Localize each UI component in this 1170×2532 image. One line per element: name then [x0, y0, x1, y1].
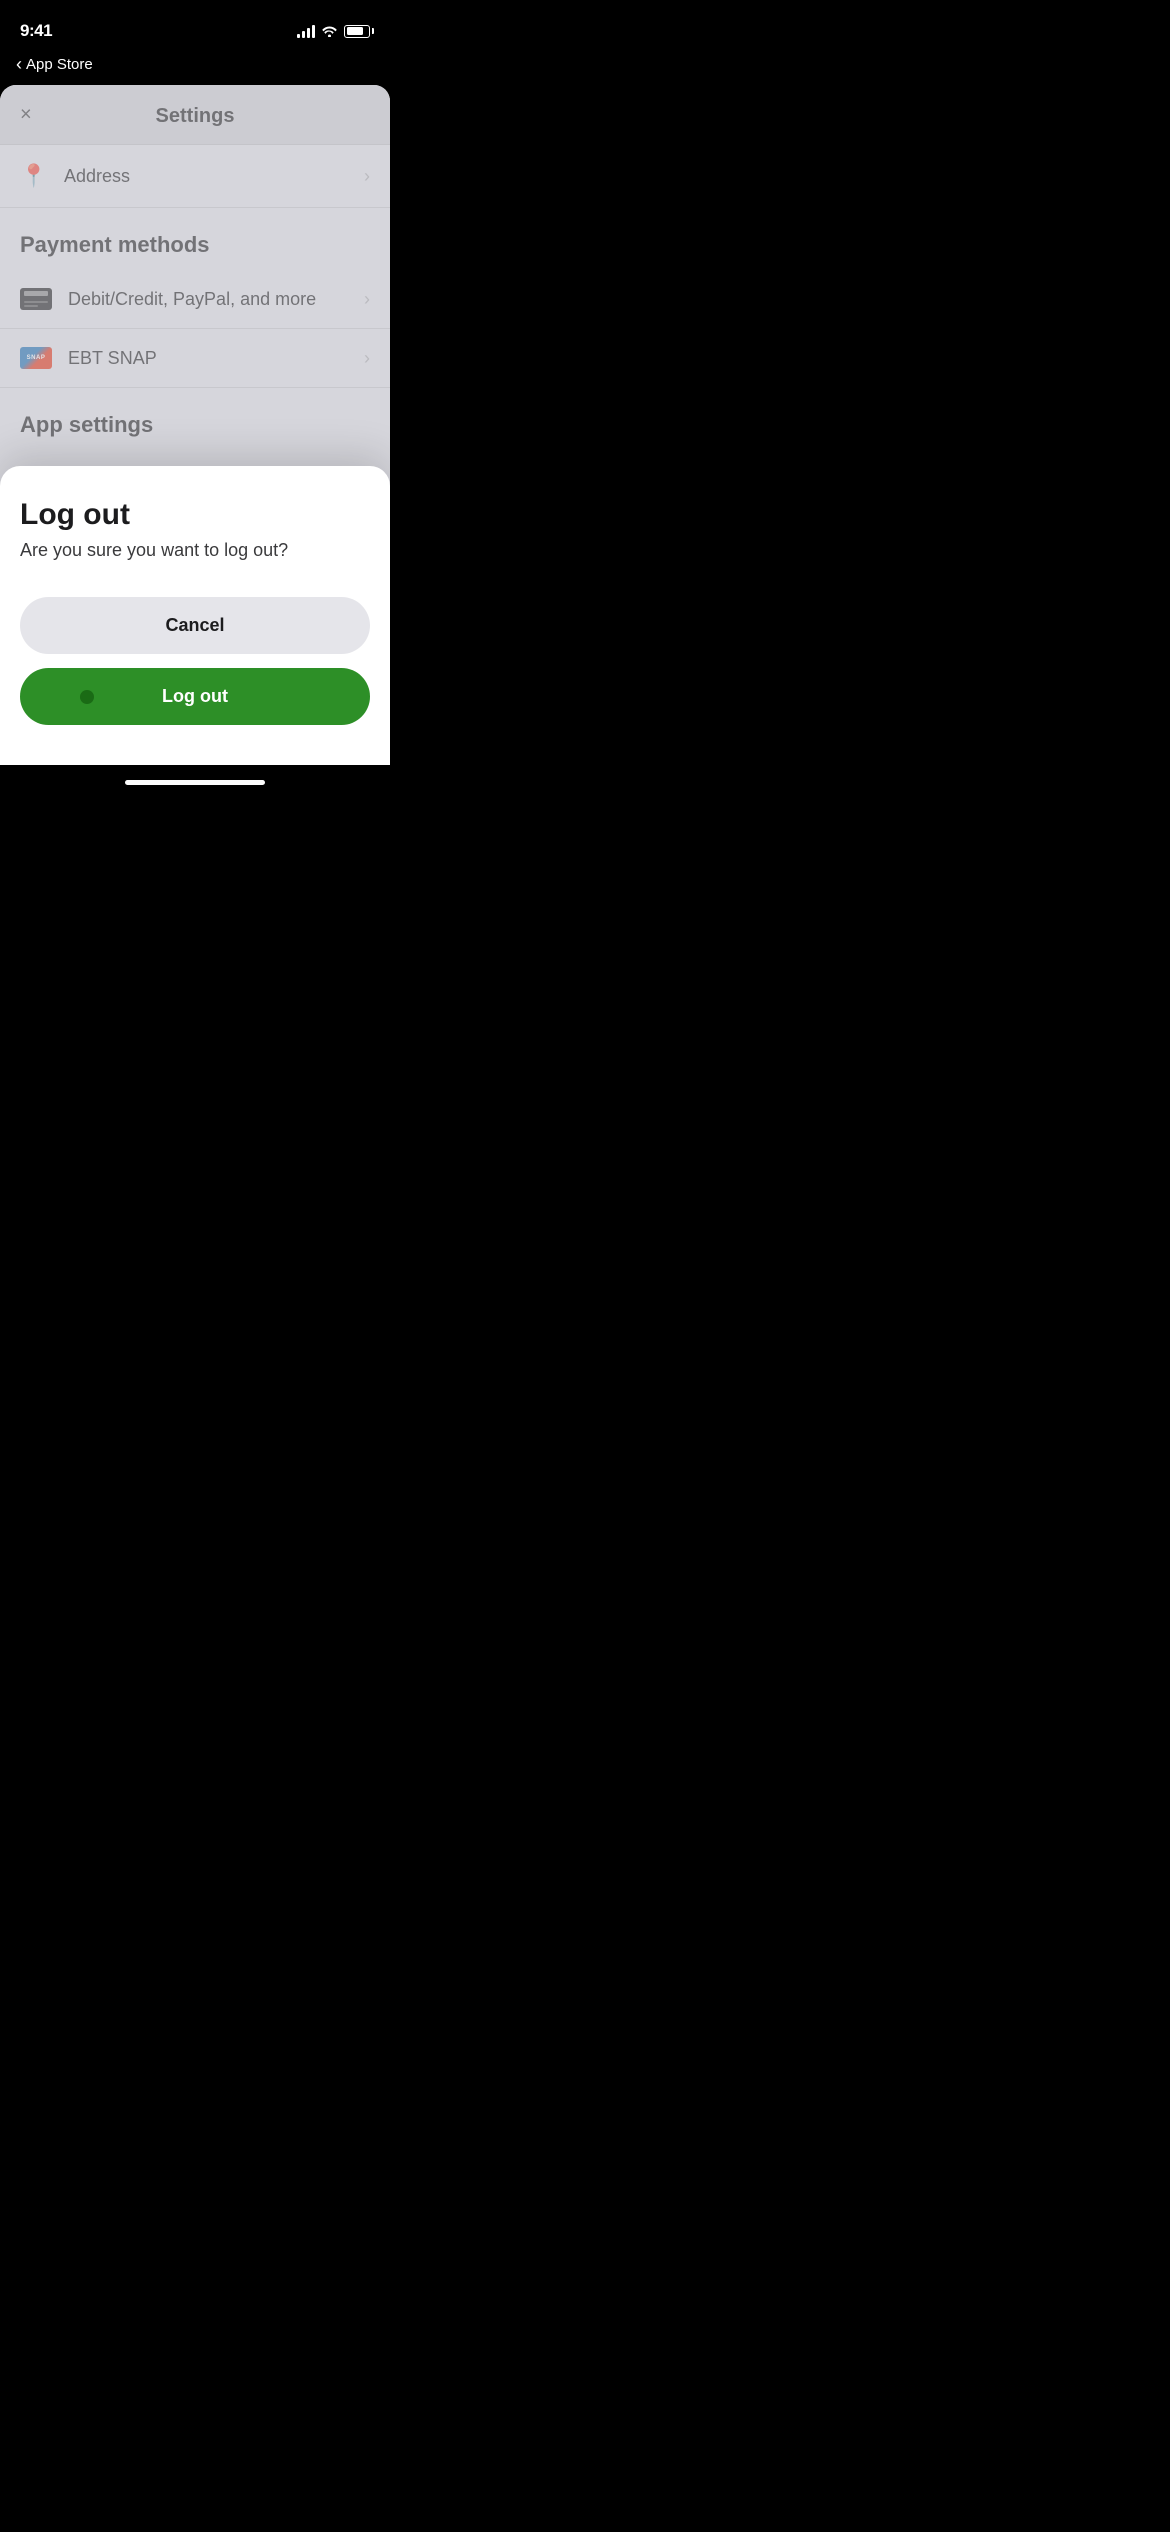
logout-modal-subtitle: Are you sure you want to log out?: [20, 540, 370, 561]
status-time: 9:41: [20, 21, 52, 41]
battery-icon: [344, 25, 370, 38]
cancel-button[interactable]: Cancel: [20, 597, 370, 654]
home-bar: [125, 780, 265, 785]
debit-credit-chevron-icon: ›: [364, 289, 370, 310]
settings-sheet: × Settings 📍 Address › Payment methods: [0, 85, 390, 765]
card-icon: [20, 288, 52, 310]
back-chevron-icon: ‹: [16, 54, 22, 75]
payment-methods-header: Payment methods: [0, 208, 390, 270]
wifi-icon: [321, 23, 338, 40]
signal-bars-icon: [297, 24, 315, 38]
settings-header: × Settings: [0, 85, 390, 145]
back-nav[interactable]: ‹ App Store: [0, 50, 390, 85]
logout-modal-title: Log out: [20, 498, 370, 532]
address-row-left: 📍 Address: [20, 163, 130, 189]
close-button[interactable]: ×: [20, 103, 32, 126]
address-chevron-icon: ›: [364, 166, 370, 187]
logout-btn-dot: [80, 690, 94, 704]
address-row[interactable]: 📍 Address ›: [0, 145, 390, 208]
logout-button-label: Log out: [162, 686, 228, 707]
logout-button[interactable]: Log out: [20, 668, 370, 725]
debit-credit-row[interactable]: Debit/Credit, PayPal, and more ›: [0, 270, 390, 329]
status-icons: [297, 23, 370, 40]
status-bar: 9:41: [0, 0, 390, 50]
app-settings-header: App settings: [0, 388, 390, 450]
address-label: Address: [64, 166, 130, 187]
ebt-snap-chevron-icon: ›: [364, 348, 370, 369]
debit-credit-label: Debit/Credit, PayPal, and more: [68, 289, 316, 310]
logout-modal: Log out Are you sure you want to log out…: [0, 466, 390, 765]
home-indicator: [0, 765, 390, 799]
back-nav-label: App Store: [26, 56, 93, 73]
ebt-snap-row[interactable]: SNAP EBT SNAP ›: [0, 329, 390, 388]
ebt-snap-row-left: SNAP EBT SNAP: [20, 347, 157, 369]
settings-title: Settings: [156, 105, 235, 128]
ebt-snap-label: EBT SNAP: [68, 348, 157, 369]
ebt-icon: SNAP: [20, 347, 52, 369]
pin-icon: 📍: [20, 163, 48, 189]
debit-credit-row-left: Debit/Credit, PayPal, and more: [20, 288, 316, 310]
back-nav-content: ‹ App Store: [16, 54, 93, 75]
